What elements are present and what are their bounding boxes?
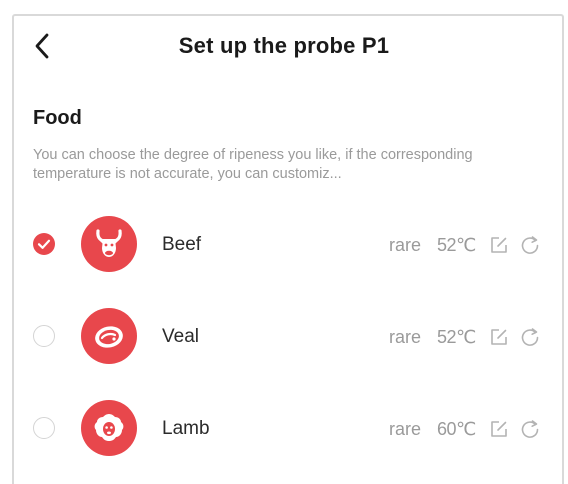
- food-name: Veal: [162, 326, 199, 347]
- checkmark-icon: [37, 239, 51, 249]
- food-item-veal[interactable]: Veal rare 52℃: [0, 290, 568, 382]
- food-name: Beef: [162, 234, 202, 255]
- beef-icon: [96, 229, 122, 257]
- reset-icon: [521, 328, 539, 346]
- edit-button[interactable]: [489, 235, 509, 255]
- edit-button[interactable]: [489, 419, 509, 439]
- radio-button[interactable]: [33, 417, 55, 439]
- temperature-value: 60℃: [437, 419, 476, 439]
- edit-icon: [491, 329, 507, 345]
- food-name: Lamb: [162, 418, 210, 439]
- beef-avatar: [81, 216, 137, 272]
- lamb-avatar: [81, 400, 137, 456]
- food-item-beef[interactable]: Beef rare 52℃: [0, 198, 568, 290]
- lamb-icon: [94, 414, 124, 441]
- reset-button[interactable]: [519, 234, 541, 256]
- doneness-label: rare: [389, 419, 422, 439]
- temperature-value: 52℃: [437, 235, 476, 255]
- reset-icon: [521, 236, 539, 254]
- radio-button-checked[interactable]: [33, 233, 55, 255]
- temperature-value: 52℃: [437, 327, 476, 347]
- edit-button[interactable]: [489, 327, 509, 347]
- food-item-lamb[interactable]: Lamb rare 60℃: [0, 382, 568, 474]
- page-title: Set up the probe P1: [178, 33, 390, 58]
- doneness-label: rare: [389, 327, 422, 347]
- reset-button[interactable]: [519, 418, 541, 440]
- edit-icon: [491, 421, 507, 437]
- veal-icon: [95, 326, 123, 348]
- doneness-label: rare: [389, 235, 422, 255]
- edit-icon: [491, 237, 507, 253]
- reset-button[interactable]: [519, 326, 541, 348]
- section-description: You can choose the degree of ripeness yo…: [33, 147, 473, 182]
- radio-button[interactable]: [33, 325, 55, 347]
- veal-avatar: [81, 308, 137, 364]
- section-title: Food: [33, 107, 82, 129]
- reset-icon: [521, 420, 539, 438]
- header: Set up the probe P1: [0, 0, 568, 80]
